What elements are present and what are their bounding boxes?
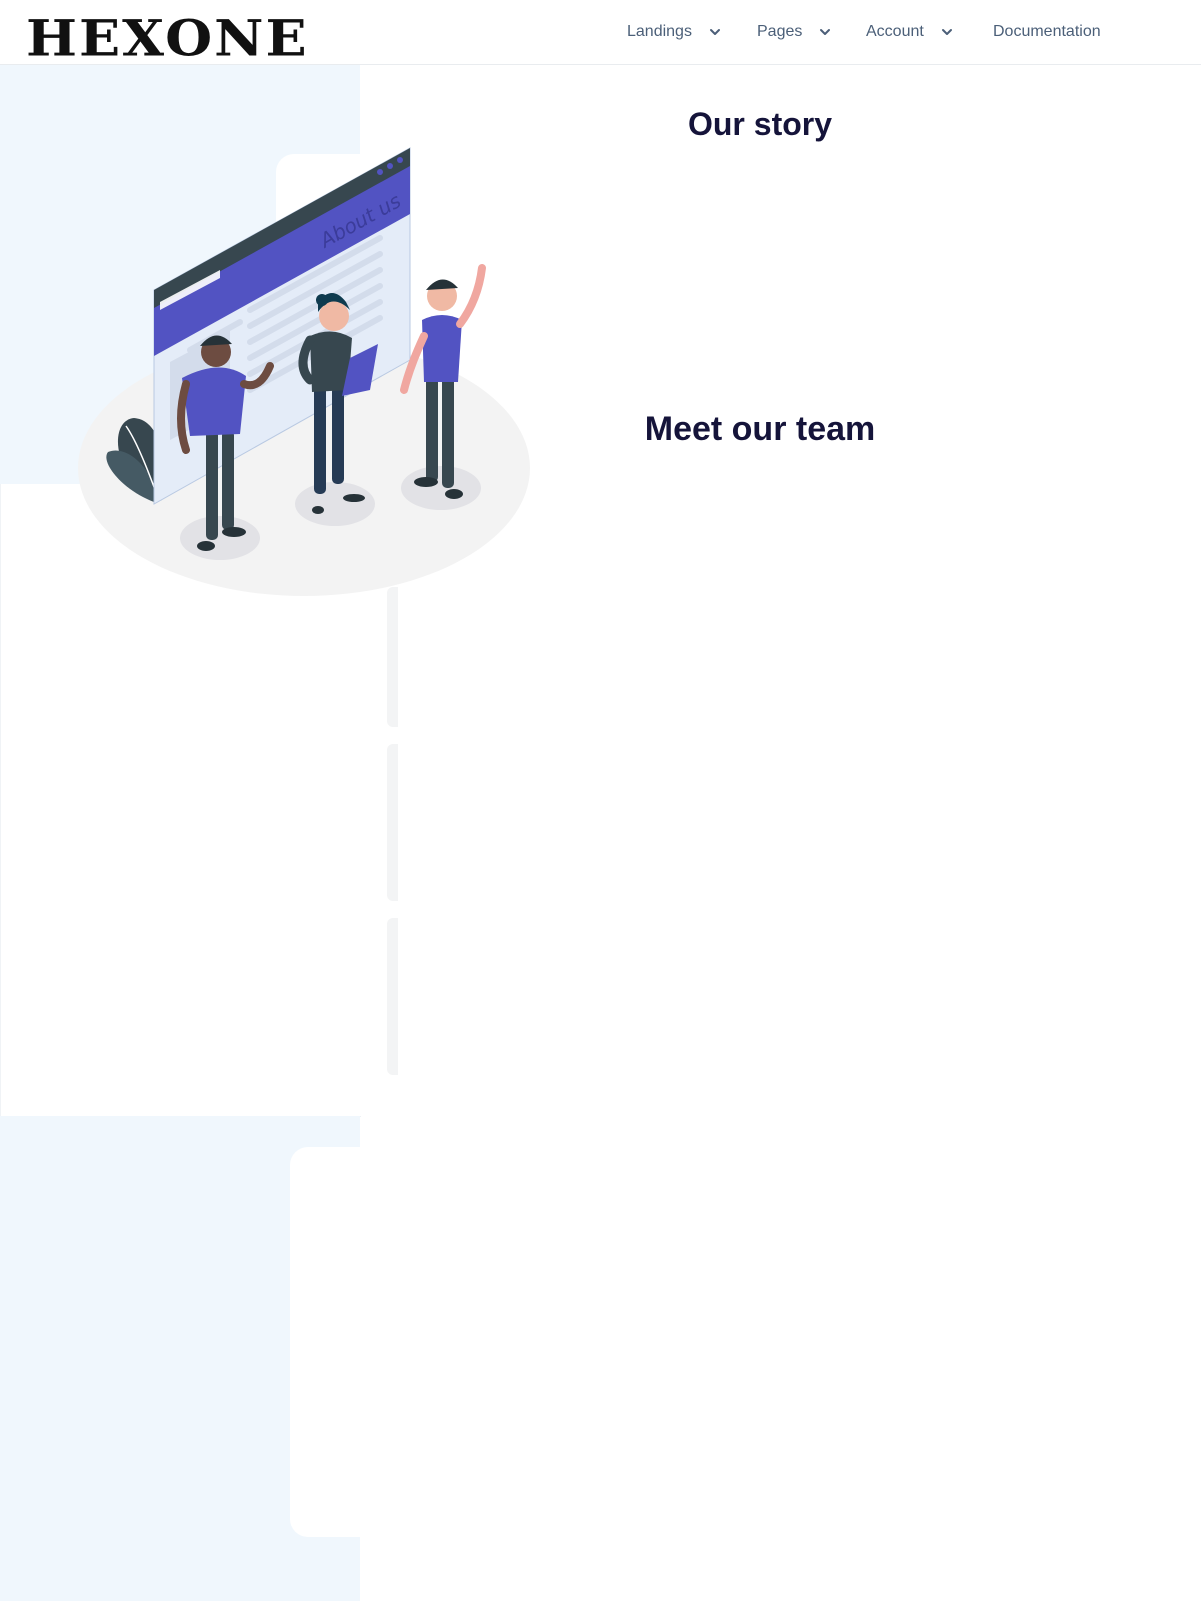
chevron-down-icon (709, 29, 720, 35)
bottom-image-card (290, 1147, 360, 1537)
nav-item-label: Documentation (993, 23, 1101, 40)
nav-item-pages[interactable]: Pages (757, 20, 832, 44)
nav-item-label: Account (866, 23, 924, 40)
nav-item-landings[interactable]: Landings (627, 20, 722, 44)
team-card-placeholder (387, 918, 398, 1075)
chevron-down-icon (820, 29, 831, 35)
brand-logo[interactable]: HEXONE (26, 13, 309, 63)
team-card-placeholder (387, 587, 398, 727)
team-about-us-illustration: About us (78, 147, 530, 596)
nav-item-label: Landings (627, 23, 692, 40)
nav-item-label: Pages (757, 23, 803, 40)
chevron-down-icon (941, 29, 952, 35)
nav-item-documentation[interactable]: Documentation (993, 20, 1101, 44)
top-navbar: HEXONE Landings Pages Account Documentat… (0, 0, 1201, 65)
team-heading: Meet our team (644, 410, 876, 448)
team-card-placeholder (387, 744, 398, 901)
story-heading: Our story (687, 106, 833, 142)
nav-item-account[interactable]: Account (866, 20, 954, 44)
